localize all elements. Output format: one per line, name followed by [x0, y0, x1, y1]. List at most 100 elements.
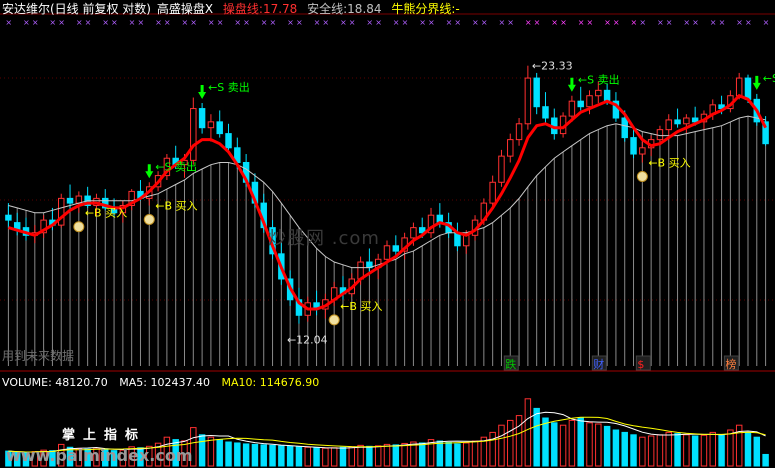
top-marker: × — [578, 18, 585, 27]
volume-bar — [357, 444, 364, 467]
stock-title: 安达维尔(日线 前复权 对数) — [2, 2, 151, 16]
volume-bar — [621, 431, 628, 467]
top-marker: × — [639, 18, 646, 27]
volume-bar — [753, 436, 761, 467]
sell-signal-label: ←S 卖出 — [155, 159, 197, 173]
candle-body — [639, 147, 646, 155]
top-marker: × — [23, 18, 30, 27]
volume-bar — [313, 447, 320, 467]
event-tag-label: $ — [637, 358, 644, 371]
top-marker: × — [454, 18, 461, 27]
operate-value: 17.78 — [262, 2, 298, 16]
top-marker: × — [340, 18, 347, 27]
top-marker: × — [375, 18, 382, 27]
top-marker: × — [58, 18, 65, 27]
candle-body — [603, 89, 611, 102]
top-marker: × — [666, 18, 673, 27]
candle-body — [674, 119, 681, 125]
volume-bar — [251, 443, 259, 467]
money-bag-icon — [636, 171, 648, 183]
top-marker: × — [481, 18, 488, 27]
volume-bar — [454, 443, 461, 467]
event-tag-label: 跌 — [505, 357, 516, 371]
ma5-value: 102437.40 — [150, 376, 211, 389]
top-marker: × — [111, 18, 118, 27]
signal-markers: ←B 买入 ←S 卖出 ←B 买入 ←S 卖出 ←B 买入 ←S 卖出 ←B 买入 ←S — [73, 72, 775, 326]
sell-arrow-icon — [752, 75, 761, 90]
candle-body — [392, 245, 400, 252]
candle-body — [498, 155, 505, 183]
top-marker: × — [217, 18, 224, 27]
top-marker: × — [525, 18, 532, 27]
candle-body — [463, 234, 470, 247]
ma10-label: MA10: — [221, 376, 257, 389]
candle-body — [533, 77, 540, 108]
volume-bar — [727, 429, 734, 467]
top-marker: × — [710, 18, 717, 27]
volume-bar — [348, 446, 356, 467]
volume-bar — [383, 443, 391, 467]
price-header: 安达维尔(日线 前复权 对数) 高盛操盘X 操盘线:17.78 安全线:18.8… — [2, 2, 466, 16]
volume-bar — [445, 441, 452, 467]
top-marker: × — [322, 18, 329, 27]
top-marker: × — [190, 18, 197, 27]
buy-signal-label: ←B 买入 — [340, 300, 382, 313]
volume-bar — [515, 415, 523, 467]
top-marker-row: × × × × × × × × × × × × × × × × × × × × × × × × × × × × × × × × × × × × × × × ×… — [5, 18, 769, 27]
event-tags: 跌 财 $ 榜 — [503, 355, 739, 371]
top-marker: × — [736, 18, 743, 27]
money-bag-icon — [328, 314, 340, 326]
top-marker: × — [366, 18, 373, 27]
safe-value: 18.84 — [347, 2, 382, 16]
volume-bar — [322, 447, 329, 467]
volume-bar — [612, 429, 620, 467]
top-marker: × — [32, 18, 39, 27]
top-marker: × — [683, 18, 690, 27]
volume-bar — [489, 431, 496, 467]
buy-signal-label: ←B 买入 — [155, 199, 197, 212]
watermark: 炒股网 .com — [268, 228, 380, 249]
top-marker: × — [763, 18, 770, 27]
ma5-label: MA5: — [119, 376, 148, 389]
high-marker: ←23.33 — [532, 60, 573, 73]
ma10-value: 114676.90 — [259, 376, 320, 389]
top-marker: × — [587, 18, 594, 27]
top-marker: × — [314, 18, 321, 27]
volume-bar — [630, 434, 637, 467]
sell-arrow-icon — [198, 85, 207, 100]
candle-body — [595, 89, 602, 97]
top-marker: × — [393, 18, 400, 27]
top-marker: × — [349, 18, 356, 27]
candle-body — [207, 121, 215, 129]
site-url: www.palmindex.com — [6, 446, 193, 465]
volume-bar — [366, 445, 373, 467]
top-marker: × — [657, 18, 664, 27]
candle-body — [410, 227, 417, 239]
future-data-note: 用到未来数据 — [2, 349, 75, 363]
volume-bar — [330, 447, 338, 467]
buy-signal-label: ←B 买入 — [648, 157, 690, 170]
volume-bar — [498, 424, 505, 467]
low-marker: ←12.04 — [287, 334, 328, 347]
top-marker: × — [402, 18, 409, 27]
top-marker: × — [261, 18, 268, 27]
volume-bar — [744, 431, 752, 467]
top-marker: × — [155, 18, 162, 27]
candle-body — [190, 108, 197, 161]
candle-body — [744, 77, 752, 100]
volume-label: VOLUME: — [2, 376, 52, 389]
candle-body — [198, 108, 206, 129]
volume-bar — [392, 444, 400, 467]
volume-bar — [683, 434, 690, 467]
bullbear-value: - — [455, 2, 460, 16]
top-marker: × — [270, 18, 277, 27]
volume-bar — [586, 422, 593, 467]
candle-body — [507, 139, 514, 157]
sell-signal-label: ←S 卖出 — [208, 80, 250, 94]
top-marker: × — [428, 18, 435, 27]
volume-bar — [260, 444, 267, 467]
top-marker: × — [419, 18, 426, 27]
candle-body — [542, 106, 549, 119]
volume-bar — [471, 440, 479, 467]
volume-bar — [709, 431, 716, 467]
